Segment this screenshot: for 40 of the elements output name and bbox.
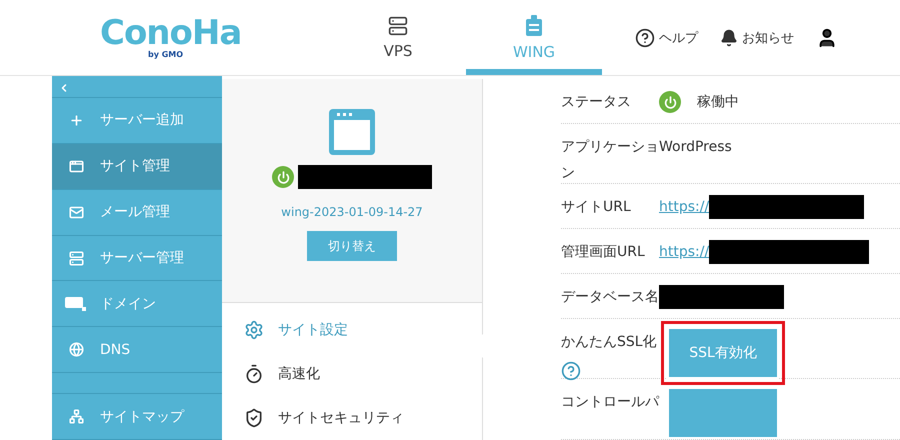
mail-icon [68, 204, 84, 220]
logo-subtext: by GMO [148, 50, 184, 59]
detail-value: WordPress [659, 139, 732, 155]
detail-label: コントロールパ [561, 392, 659, 412]
site-menu-item[interactable]: サイト設定 [244, 317, 482, 343]
detail-label: アプリケーション [561, 138, 659, 183]
url-link[interactable]: https:// [659, 244, 710, 260]
ssl-button[interactable]: SSL有効化 [667, 326, 779, 378]
nav-tab[interactable]: WING [466, 0, 602, 75]
globe-icon [68, 342, 84, 358]
window-icon [68, 158, 84, 174]
site-menu-item[interactable]: 高速化 [244, 361, 482, 387]
url-link[interactable]: https:// [659, 198, 710, 214]
site-menu-item[interactable]: サイトセキュリティ [244, 405, 482, 431]
bell-icon [720, 28, 738, 46]
sidebar-item[interactable]: サイト管理 [52, 144, 222, 190]
sidebar-item[interactable]: サーバー管理 [52, 236, 222, 282]
switch-button[interactable]: 切り替え [307, 231, 397, 261]
detail-label: かんたんSSL化 [561, 332, 658, 352]
nav-tab[interactable]: VPS [330, 0, 466, 75]
settings-icon [244, 320, 264, 340]
detail-label: ステータス [561, 93, 632, 112]
timer-icon [244, 364, 264, 384]
detail-label: データベース名 [561, 288, 659, 306]
logo-text[interactable]: ConoHa [100, 16, 242, 50]
detail-label: サイトURL [561, 198, 632, 216]
help-icon[interactable] [561, 360, 581, 380]
server-icon [68, 250, 84, 266]
help-link[interactable]: ヘルプ [635, 28, 698, 48]
server-icon [388, 16, 408, 36]
help-icon [635, 28, 655, 48]
detail-label: 管理画面URL [561, 242, 646, 262]
app-window-icon [329, 109, 375, 155]
status-value: 稼働中 [697, 93, 739, 111]
plus-icon [68, 112, 84, 128]
notifications-link[interactable]: お知らせ [720, 28, 794, 46]
shield-icon [244, 408, 264, 428]
site-name: wing-2023-01-09-14-27 [281, 205, 423, 219]
sidebar-item[interactable]: メール管理 [52, 190, 222, 236]
sitemap-icon [68, 409, 84, 424]
